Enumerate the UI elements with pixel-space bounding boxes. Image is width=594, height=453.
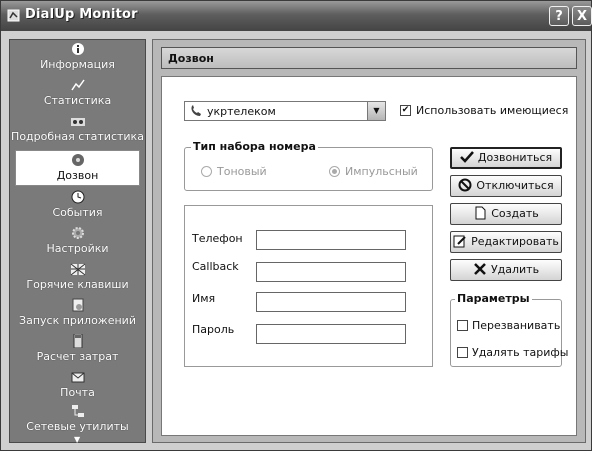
sidebar-item-label: Почта xyxy=(60,386,95,399)
redial-checkbox[interactable] xyxy=(457,320,468,331)
use-existing-checkbox[interactable]: ✔ xyxy=(400,105,411,116)
sidebar-item-label: События xyxy=(52,206,103,219)
create-button[interactable]: Создать xyxy=(450,203,562,225)
phone-handset-icon xyxy=(191,105,201,116)
delete-x-icon xyxy=(474,263,486,275)
edit-button[interactable]: Редактировать xyxy=(450,231,562,253)
connection-fields: Телефон Callback Имя Пароль xyxy=(184,205,433,367)
name-label: Имя xyxy=(192,292,216,305)
sidebar-item-events[interactable]: События xyxy=(10,188,145,224)
network-icon xyxy=(71,405,84,417)
params-title: Параметры xyxy=(455,292,532,305)
edit-icon xyxy=(453,235,466,248)
window-title: DialUp Monitor xyxy=(25,7,138,22)
dial-button-label: Дозвониться xyxy=(477,151,553,164)
tone-radio[interactable] xyxy=(201,166,212,177)
no-entry-icon xyxy=(458,178,472,192)
sidebar-item-label: Сетевые утилиты xyxy=(26,420,129,433)
sidebar-item-label: Настройки xyxy=(46,242,109,255)
sidebar: Информация Статистика Подробная статисти… xyxy=(9,39,146,444)
password-input[interactable] xyxy=(256,324,406,344)
callback-input[interactable] xyxy=(256,262,406,282)
sidebar-item-label: Дозвон xyxy=(56,169,99,182)
sidebar-item-cost-calc[interactable]: Расчет затрат xyxy=(10,332,145,368)
mail-icon xyxy=(71,372,84,383)
sidebar-item-statistics[interactable]: Статистика xyxy=(10,76,145,112)
sidebar-item-label: Подробная статистика xyxy=(11,130,144,143)
dial-type-group: Тип набора номера Тоновый Импульсный xyxy=(184,140,433,191)
use-existing-label: Использовать имеющиеся xyxy=(416,104,569,117)
sidebar-item-dial[interactable]: Дозвон xyxy=(15,150,140,186)
callback-label: Callback xyxy=(192,260,239,273)
pulse-radio[interactable] xyxy=(329,166,340,177)
dial-icon xyxy=(71,154,84,166)
help-button[interactable]: ? xyxy=(549,6,569,26)
app-window: DialUp Monitor ? X Информация Статистика… xyxy=(0,0,592,451)
app-icon xyxy=(7,9,20,22)
clock-icon xyxy=(71,190,84,204)
delete-button[interactable]: Удалить xyxy=(450,259,562,281)
sidebar-item-network-utils[interactable]: Сетевые утилиты xyxy=(10,402,145,438)
title-bar[interactable]: DialUp Monitor ? X xyxy=(1,1,592,31)
checkmark-icon xyxy=(459,151,474,163)
new-document-icon xyxy=(475,206,486,220)
delete-button-label: Удалить xyxy=(490,263,540,276)
sidebar-item-label: Запуск приложений xyxy=(19,314,136,327)
keyboard-icon xyxy=(70,263,85,276)
tone-label: Тоновый xyxy=(217,165,267,178)
disconnect-button[interactable]: Отключиться xyxy=(450,175,562,197)
connection-select-value: укртелеком xyxy=(207,105,276,118)
sidebar-item-mail[interactable]: Почта xyxy=(10,368,145,404)
sidebar-item-settings[interactable]: Настройки xyxy=(10,224,145,260)
info-icon xyxy=(71,43,84,55)
sidebar-item-label: Расчет затрат xyxy=(36,350,119,363)
sidebar-item-detailed-stats[interactable]: Подробная статистика xyxy=(10,112,145,148)
phone-label: Телефон xyxy=(192,232,243,245)
sidebar-item-label: Горячие клавиши xyxy=(26,278,129,291)
dial-panel: укртелеком ▼ ✔ Использовать имеющиеся Ти… xyxy=(161,76,577,436)
calculator-icon xyxy=(73,334,82,348)
app-launch-icon xyxy=(72,298,83,312)
pulse-label: Импульсный xyxy=(345,165,418,178)
dial-button[interactable]: Дозвониться xyxy=(450,147,562,169)
sidebar-item-label: Статистика xyxy=(43,94,112,107)
detailed-stats-icon xyxy=(70,118,85,126)
params-group: Параметры Перезванивать Удалять тарифы xyxy=(450,292,568,367)
name-input[interactable] xyxy=(256,292,406,312)
delete-tariffs-label: Удалять тарифы xyxy=(472,346,569,359)
connection-select[interactable]: укртелеком ▼ xyxy=(184,101,386,121)
sidebar-item-hotkeys[interactable]: Горячие клавиши xyxy=(10,260,145,296)
dial-type-title: Тип набора номера xyxy=(191,140,318,153)
delete-tariffs-checkbox[interactable] xyxy=(457,347,468,358)
password-label: Пароль xyxy=(192,323,235,336)
create-button-label: Создать xyxy=(491,207,539,220)
edit-button-label: Редактировать xyxy=(471,235,559,248)
sidebar-item-label: Информация xyxy=(40,58,115,71)
chart-icon xyxy=(70,79,85,91)
sidebar-scroll-down-icon[interactable]: ▼ xyxy=(74,435,80,444)
disconnect-button-label: Отключиться xyxy=(476,179,554,192)
close-button[interactable]: X xyxy=(572,6,592,26)
page-title: Дозвон xyxy=(161,47,577,69)
redial-label: Перезванивать xyxy=(472,319,561,332)
main-panel: Дозвон укртелеком ▼ ✔ Использовать имеющ… xyxy=(152,39,586,443)
gear-icon xyxy=(71,227,84,239)
sidebar-item-app-launch[interactable]: Запуск приложений xyxy=(10,296,145,332)
phone-input[interactable] xyxy=(256,230,406,250)
chevron-down-icon[interactable]: ▼ xyxy=(367,102,385,120)
sidebar-item-info[interactable]: Информация xyxy=(10,40,145,76)
